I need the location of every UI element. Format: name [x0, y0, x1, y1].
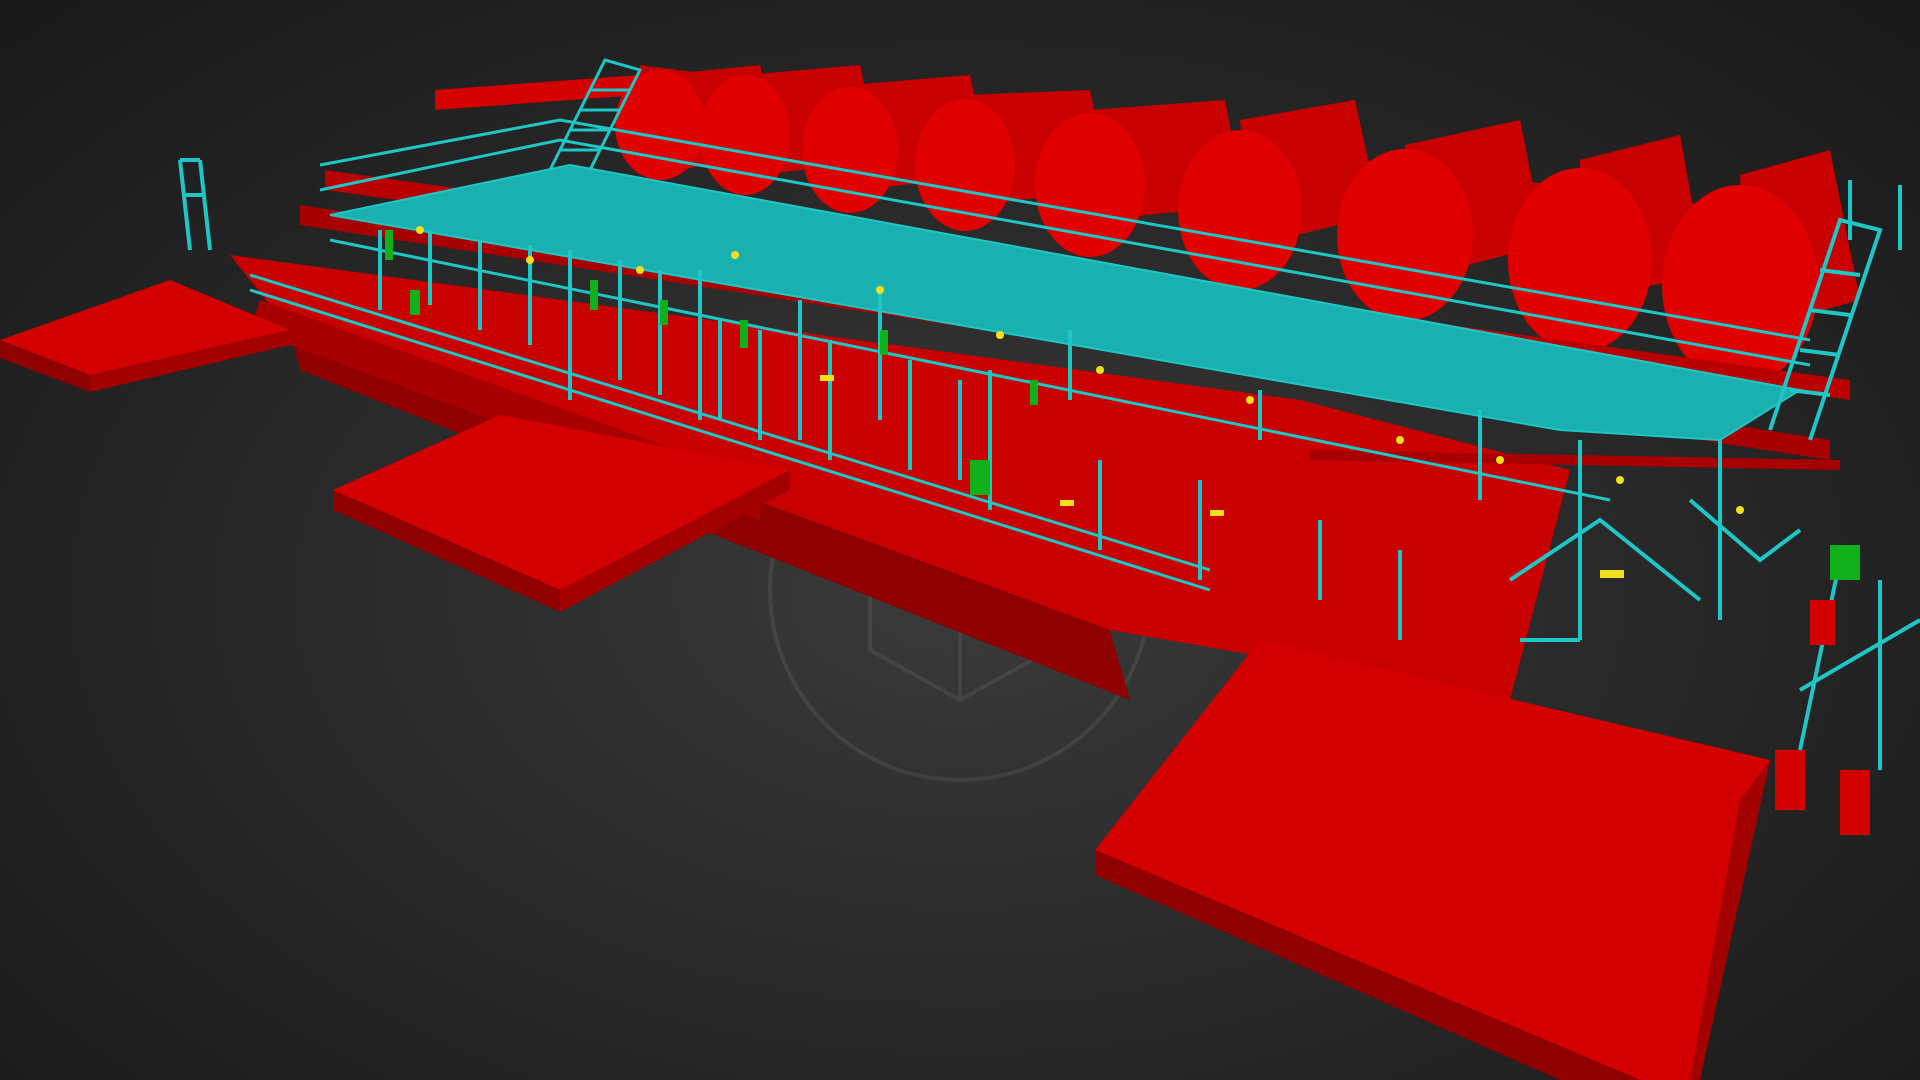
- valve-box-4: [660, 300, 668, 325]
- right-platform: [1095, 640, 1770, 1080]
- left-access-tower: [178, 158, 212, 251]
- valve-box-8: [1030, 380, 1038, 405]
- 3d-model-viewport[interactable]: [0, 0, 1920, 1080]
- valve-box-7: [970, 460, 990, 495]
- left-platform: [0, 280, 290, 392]
- valve-box-9: [1830, 545, 1860, 580]
- valve-box-2: [410, 290, 420, 315]
- valve-box-5: [740, 320, 748, 348]
- valve-box-3: [590, 280, 598, 310]
- foundation-blocks: [1775, 600, 1870, 835]
- valve-box-1: [385, 230, 393, 260]
- tank-9: [1662, 150, 1860, 385]
- valve-box-6: [880, 330, 888, 355]
